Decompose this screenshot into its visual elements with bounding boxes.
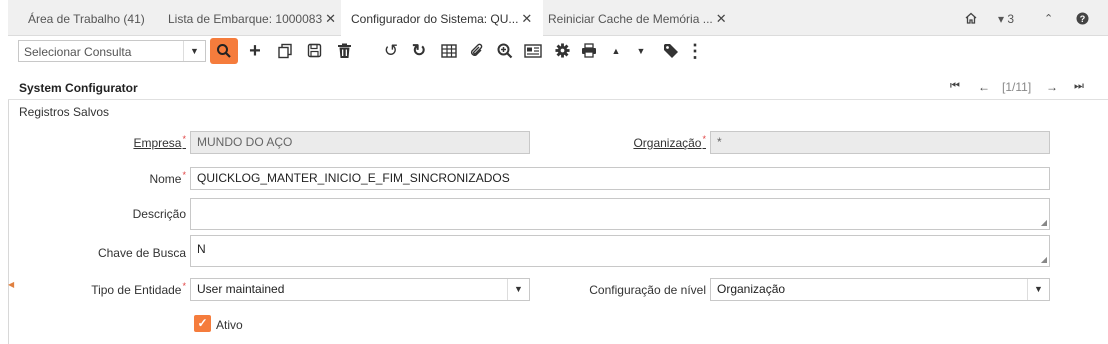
saved-records-label: Registros Salvos [19, 105, 110, 119]
label-text: Nome [149, 172, 182, 186]
toolbar: Selecionar Consulta ▼ + ↺ ↻ ▲ ▼ ⋮ [8, 36, 1108, 68]
chevron-down-icon[interactable]: ▼ [507, 279, 529, 300]
record-position-value: 1/11 [1005, 80, 1028, 94]
attachment-icon[interactable] [466, 40, 488, 62]
window-header: System Configurator ⏮ ← [1/11] → ⏭ [8, 74, 1108, 100]
required-icon: * [702, 134, 706, 144]
label-text: Empresa [133, 136, 182, 150]
arrow-left-icon[interactable]: ← [978, 80, 990, 94]
chevron-down-icon[interactable]: ▼ [183, 41, 205, 61]
chave-field[interactable]: N ◢ [190, 235, 1050, 267]
help-icon[interactable]: ? [1076, 0, 1089, 36]
ativo-checkbox[interactable]: ✓ [194, 315, 211, 332]
tab-label: Área de Trabalho (41) [28, 12, 145, 26]
tipo-value: User maintained [197, 282, 285, 296]
settings-icon[interactable] [551, 40, 573, 62]
first-record-icon[interactable]: ⏮ [950, 80, 960, 93]
page-title: System Configurator [19, 81, 138, 95]
empresa-field[interactable]: MUNDO DO AÇO [190, 131, 530, 154]
label-text: Organização [633, 136, 702, 150]
empresa-label[interactable]: Empresa* [0, 134, 186, 150]
ativo-label: Ativo [216, 318, 243, 332]
svg-text:?: ? [1080, 14, 1086, 24]
double-chevron-up-icon[interactable]: ⌃ [1044, 0, 1053, 36]
tab-reset-cache[interactable]: Reiniciar Cache de Memória ... ✕ [548, 0, 727, 36]
save-icon[interactable] [303, 40, 325, 62]
tab-system-configurator[interactable]: Configurador do Sistema: QU... ✕ [341, 0, 543, 37]
zoom-in-icon[interactable] [494, 40, 516, 62]
arrow-right-icon[interactable]: → [1046, 80, 1058, 94]
refresh-icon[interactable]: ↻ [408, 40, 430, 62]
tab-bar: Área de Trabalho (41) Lista de Embarque:… [8, 0, 1108, 37]
close-icon[interactable]: ✕ [716, 11, 727, 26]
config-nivel-label: Configuração de nível [589, 283, 706, 297]
descricao-field[interactable]: ◢ [190, 198, 1050, 230]
close-icon[interactable]: ✕ [325, 11, 336, 26]
organizacao-label[interactable]: Organização* [560, 134, 706, 150]
print-icon[interactable] [578, 40, 600, 62]
required-icon: * [182, 170, 186, 180]
required-icon: * [182, 281, 186, 291]
search-icon[interactable] [210, 38, 238, 64]
delete-icon[interactable] [333, 40, 355, 62]
chevron-down-icon[interactable]: ▼ [1027, 279, 1049, 300]
grid-toggle-icon[interactable] [438, 40, 460, 62]
nome-field[interactable]: QUICKLOG_MANTER_INICIO_E_FIM_SINCRONIZAD… [190, 167, 1050, 190]
tab-desktop[interactable]: Área de Trabalho (41) [28, 0, 145, 36]
query-select[interactable]: Selecionar Consulta ▼ [18, 40, 206, 62]
close-icon[interactable]: ✕ [521, 11, 532, 26]
chave-value: N [197, 242, 206, 256]
report-icon[interactable] [522, 40, 544, 62]
tab-label: Lista de Embarque: 1000083 [168, 12, 323, 26]
chave-label: Chave de Busca [97, 246, 186, 260]
last-record-icon[interactable]: ⏭ [1074, 80, 1084, 93]
query-select-placeholder: Selecionar Consulta [24, 45, 132, 59]
tipo-select[interactable]: User maintained ▼ [190, 278, 530, 301]
tag-icon[interactable] [660, 40, 682, 62]
tab-count-dropdown[interactable]: ▾ 3 [998, 0, 1014, 36]
label-text: Tipo de Entidade [91, 283, 182, 297]
copy-icon[interactable] [274, 40, 296, 62]
previous-record-icon[interactable]: ▲ [605, 40, 627, 62]
config-nivel-value: Organização [717, 282, 786, 296]
resize-handle-icon[interactable]: ◢ [1041, 219, 1047, 227]
add-icon[interactable]: + [244, 40, 266, 62]
required-icon: * [182, 134, 186, 144]
descricao-label: Descrição [132, 207, 186, 221]
more-menu-icon[interactable]: ⋮ [684, 40, 706, 62]
config-nivel-select[interactable]: Organização ▼ [710, 278, 1050, 301]
tab-label: Reiniciar Cache de Memória ... [548, 12, 713, 26]
next-record-icon[interactable]: ▼ [630, 40, 652, 62]
home-icon[interactable] [964, 0, 978, 36]
tab-shipment-list[interactable]: Lista de Embarque: 1000083 ✕ [168, 0, 336, 36]
nome-label: Nome* [0, 170, 186, 186]
tab-label: Configurador do Sistema: QU... [351, 12, 519, 26]
undo-icon[interactable]: ↺ [380, 40, 402, 62]
tipo-label: Tipo de Entidade* [0, 281, 186, 297]
record-position: [1/11] [1002, 80, 1032, 94]
resize-handle-icon[interactable]: ◢ [1041, 256, 1047, 264]
organizacao-field[interactable]: * [710, 131, 1050, 154]
